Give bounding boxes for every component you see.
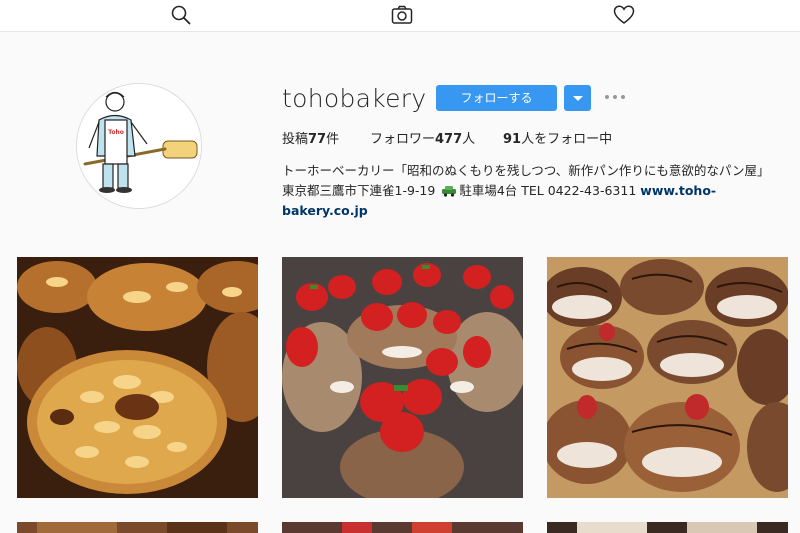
following-count[interactable]: 91人をフォロー中 xyxy=(503,128,612,147)
heart-icon[interactable] xyxy=(613,4,635,26)
svg-text:Toho: Toho xyxy=(108,129,124,136)
post-thumbnail-6[interactable] xyxy=(547,522,788,533)
profile-avatar[interactable]: Toho xyxy=(76,83,202,209)
website-link-continued[interactable]: bakery.co.jp xyxy=(282,203,368,218)
top-nav-bar xyxy=(0,0,800,32)
post-thumbnail-2[interactable] xyxy=(282,257,523,498)
chevron-down-icon xyxy=(573,96,583,101)
post-thumbnail-3[interactable] xyxy=(547,257,788,498)
more-options-icon[interactable] xyxy=(604,90,626,104)
bio-line-1: トーホーベーカリー「昭和のぬくもりを残しつつ、新作パン作りにも意欲的なパン屋」 xyxy=(282,163,770,178)
car-icon xyxy=(441,183,457,203)
post-thumbnail-1[interactable] xyxy=(17,257,258,498)
follow-button[interactable]: フォローする xyxy=(436,85,557,111)
posts-count: 投稿77件 xyxy=(282,132,340,147)
post-thumbnail-5[interactable] xyxy=(282,522,523,533)
search-icon[interactable] xyxy=(170,4,192,26)
website-link[interactable]: www.toho- xyxy=(640,183,716,198)
post-thumbnail-4[interactable] xyxy=(17,522,258,533)
followers-count[interactable]: フォロワー477人 xyxy=(370,128,475,147)
profile-username: tohobakery xyxy=(282,84,427,113)
bio-line-2: 東京都三鷹市下連雀1-9-19 駐車場4台 TEL 0422-43-6311 w… xyxy=(282,181,800,203)
suggestions-dropdown-button[interactable] xyxy=(564,85,591,111)
camera-icon[interactable] xyxy=(391,4,413,26)
bio-line-3: bakery.co.jp xyxy=(282,201,800,221)
